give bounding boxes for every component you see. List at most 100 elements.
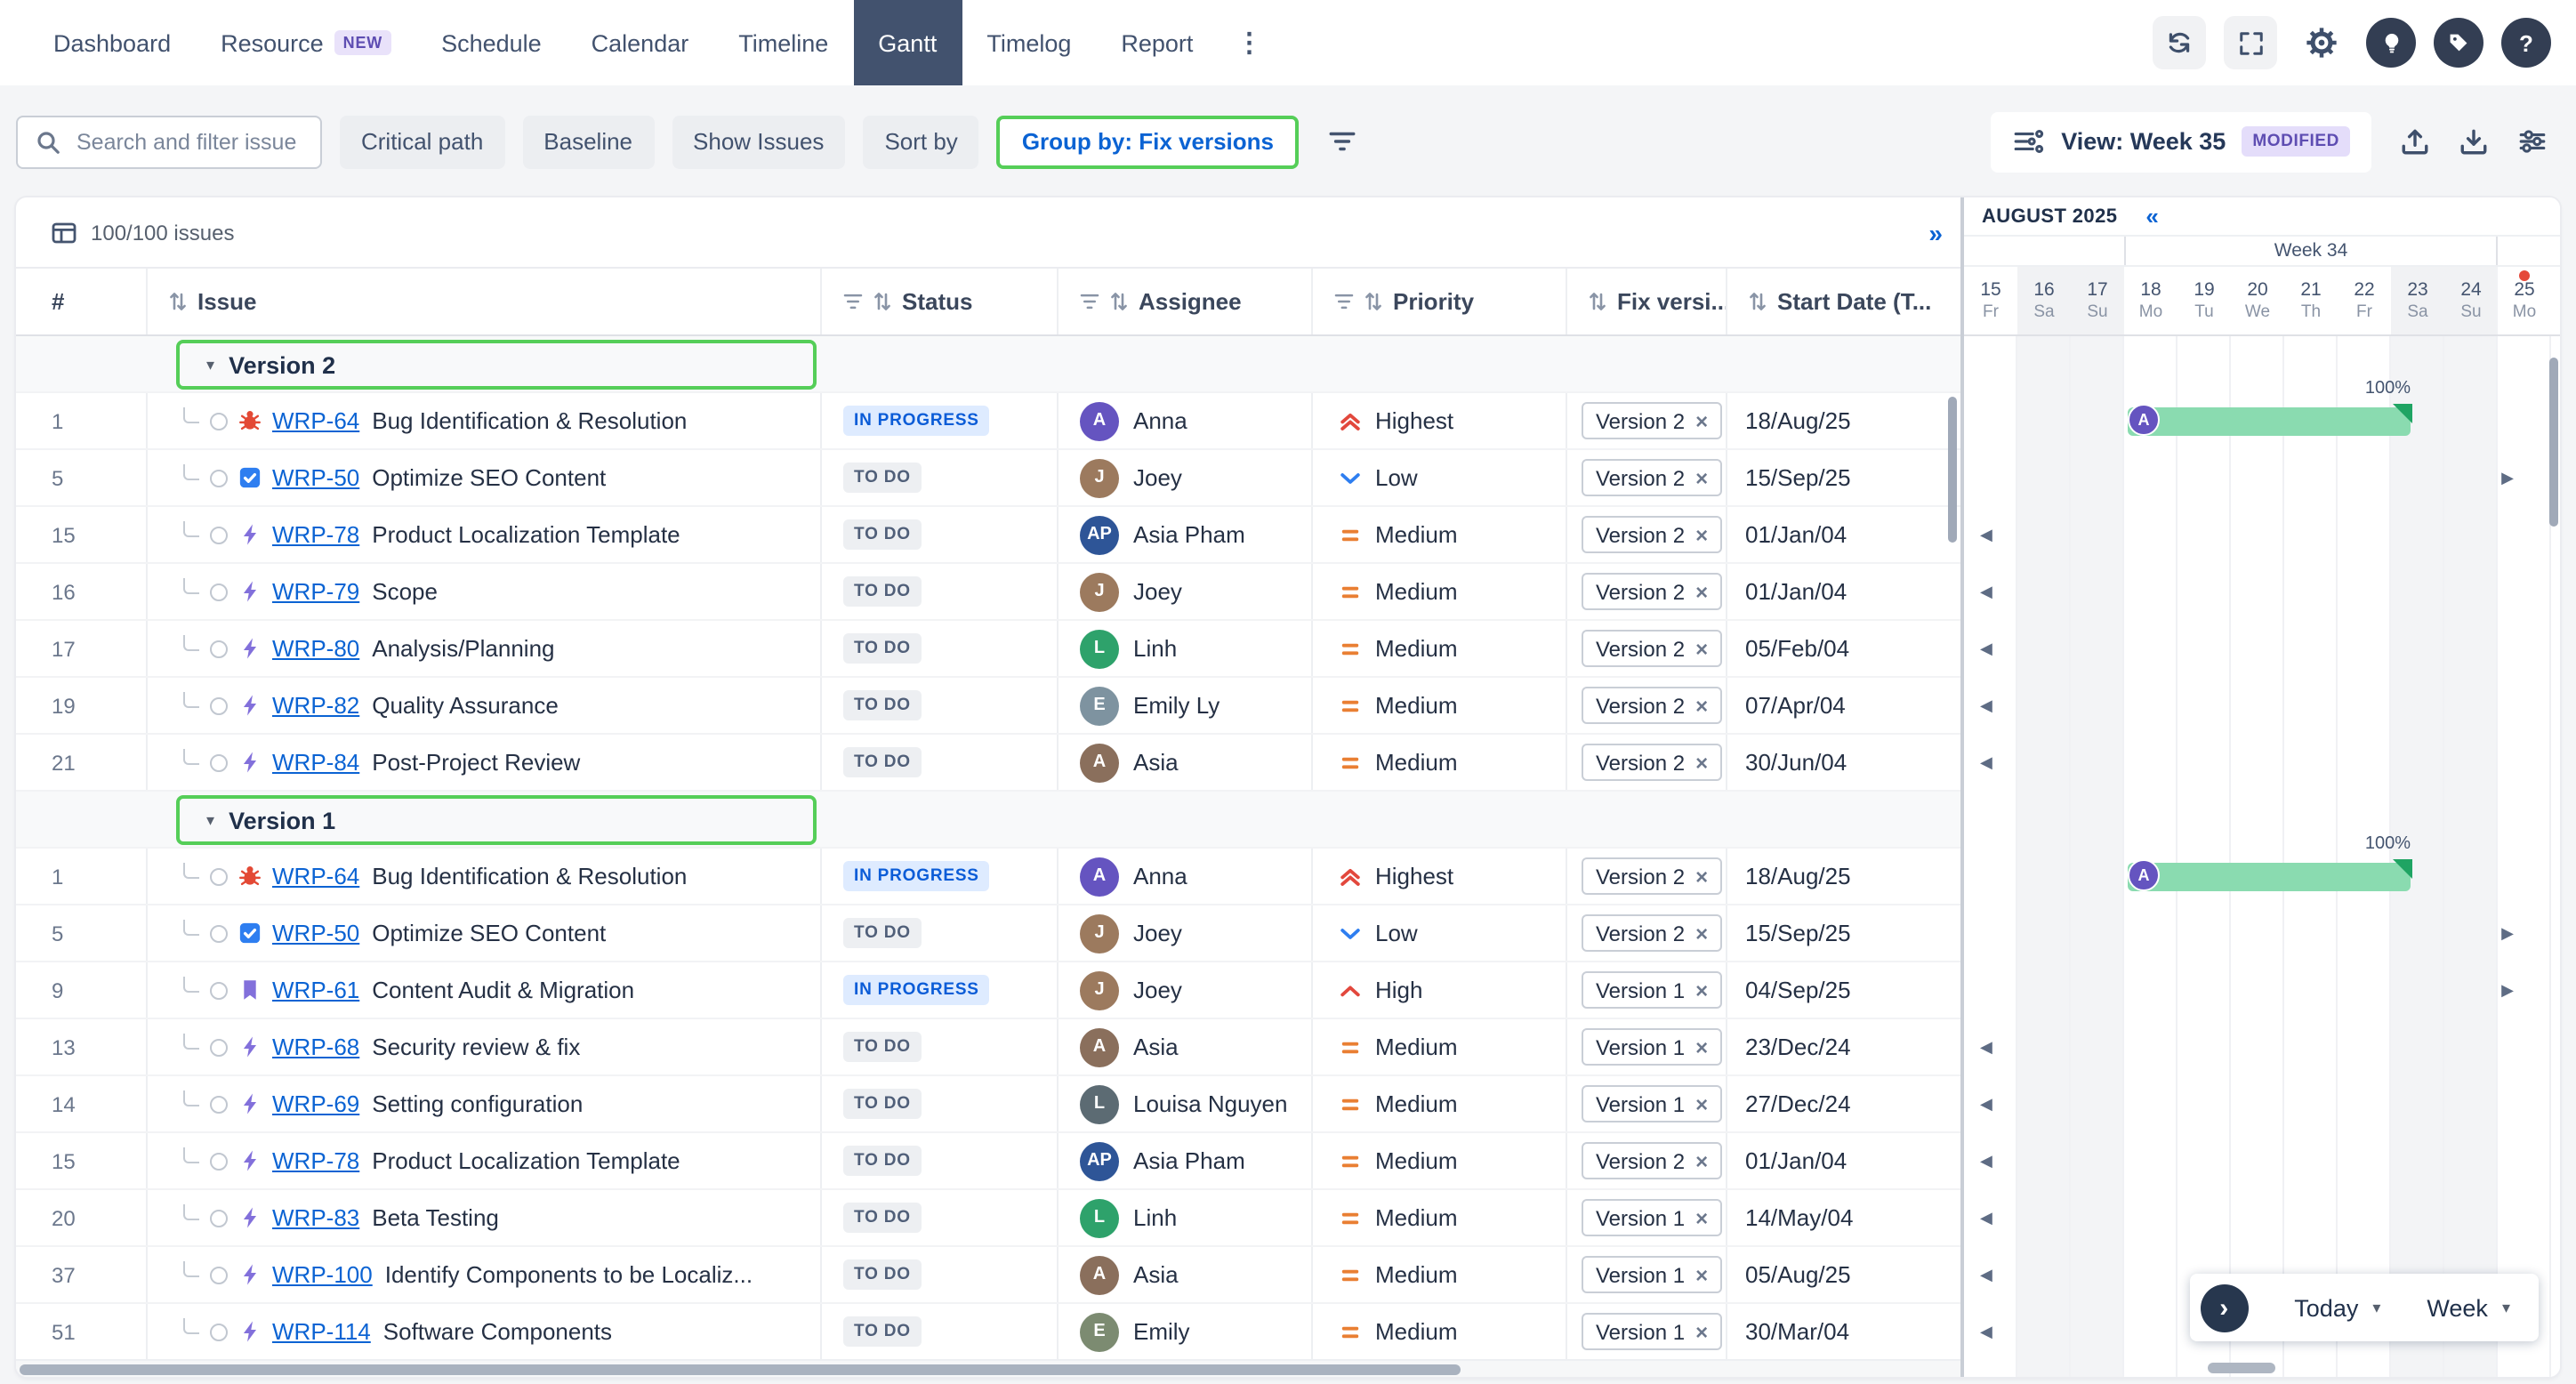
assignee-cell[interactable]: A Anna — [1059, 849, 1313, 904]
scroll-to-bar-left-arrow[interactable]: ◀ — [1980, 1323, 1992, 1342]
issue-cell[interactable]: WRP-83 Beta Testing — [148, 1190, 822, 1245]
status-badge[interactable]: TO DO — [843, 576, 922, 607]
issue-key-link[interactable]: WRP-50 — [272, 464, 359, 491]
table-row[interactable]: 51 WRP-114 Software Components TO DO E E… — [16, 1304, 1960, 1361]
scroll-to-bar-left-arrow[interactable]: ◀ — [1980, 640, 1992, 659]
start-date[interactable]: 04/Sep/25 — [1727, 962, 1960, 1018]
fix-version-cell[interactable]: Version 2 × — [1567, 393, 1727, 448]
group-row[interactable]: ▾Version 2 — [16, 336, 1960, 393]
sort-icon[interactable] — [1589, 292, 1606, 311]
start-date[interactable]: 18/Aug/25 — [1727, 393, 1960, 448]
tab-dashboard[interactable]: Dashboard — [28, 0, 196, 85]
fix-version-chip[interactable]: Version 1 × — [1582, 1199, 1722, 1236]
status-badge[interactable]: TO DO — [843, 690, 922, 720]
status-cell[interactable]: TO DO — [822, 621, 1059, 676]
status-circle-icon[interactable] — [210, 1266, 228, 1283]
fix-version-cell[interactable]: Version 2 × — [1567, 621, 1727, 676]
today-button[interactable]: Today ▾ — [2294, 1294, 2380, 1321]
status-badge[interactable]: TO DO — [843, 747, 922, 777]
issue-summary[interactable]: Security review & fix — [372, 1034, 580, 1060]
issue-summary[interactable]: Bug Identification & Resolution — [372, 407, 687, 434]
status-badge[interactable]: TO DO — [843, 1203, 922, 1233]
issue-cell[interactable]: WRP-50 Optimize SEO Content — [148, 450, 822, 505]
issue-summary[interactable]: Software Components — [383, 1318, 612, 1345]
priority-cell[interactable]: Medium — [1313, 621, 1567, 676]
assignee-cell[interactable]: E Emily — [1059, 1304, 1313, 1359]
download-icon[interactable] — [2459, 126, 2489, 157]
table-row[interactable]: 1 WRP-64 Bug Identification & Resolution… — [16, 393, 1960, 450]
table-row[interactable]: 16 WRP-79 Scope TO DO J Joey Medium Vers… — [16, 564, 1960, 621]
priority-cell[interactable]: Low — [1313, 450, 1567, 505]
remove-icon[interactable]: × — [1695, 410, 1708, 431]
issue-cell[interactable]: WRP-79 Scope — [148, 564, 822, 619]
collapse-panel-left-icon[interactable]: « — [2145, 203, 2158, 229]
scroll-to-bar-left-arrow[interactable]: ◀ — [1980, 1209, 1992, 1228]
fix-version-chip[interactable]: Version 2 × — [1582, 402, 1722, 439]
status-circle-icon[interactable] — [210, 640, 228, 657]
status-cell[interactable]: TO DO — [822, 678, 1059, 733]
fix-version-cell[interactable]: Version 1 × — [1567, 1076, 1727, 1131]
fix-version-chip[interactable]: Version 2 × — [1582, 857, 1722, 895]
assignee-cell[interactable]: A Asia — [1059, 1019, 1313, 1074]
issue-summary[interactable]: Analysis/Planning — [372, 635, 554, 662]
start-date[interactable]: 01/Jan/04 — [1727, 507, 1960, 562]
assignee-cell[interactable]: L Linh — [1059, 621, 1313, 676]
gear-icon[interactable] — [2295, 16, 2348, 69]
column-header-fix-versi[interactable]: Fix versi... — [1567, 269, 1727, 334]
issue-summary[interactable]: Setting configuration — [372, 1090, 583, 1117]
status-badge[interactable]: TO DO — [843, 1316, 922, 1347]
status-cell[interactable]: TO DO — [822, 450, 1059, 505]
tab-timeline[interactable]: Timeline — [713, 0, 853, 85]
more-menu-icon[interactable]: ⋮ — [1218, 27, 1280, 59]
gantt-vertical-scrollbar[interactable] — [2549, 358, 2558, 527]
jump-forward-icon[interactable]: › — [2200, 1283, 2248, 1332]
remove-icon[interactable]: × — [1695, 1321, 1708, 1342]
fix-version-chip[interactable]: Version 2 × — [1582, 630, 1722, 667]
issue-key-link[interactable]: WRP-79 — [272, 578, 359, 605]
table-row[interactable]: 9 WRP-61 Content Audit & Migration IN PR… — [16, 962, 1960, 1019]
table-horizontal-scrollbar-thumb[interactable] — [20, 1364, 1461, 1375]
issue-cell[interactable]: WRP-114 Software Components — [148, 1304, 822, 1359]
fix-version-cell[interactable]: Version 2 × — [1567, 1133, 1727, 1188]
table-row[interactable]: 1 WRP-64 Bug Identification & Resolution… — [16, 849, 1960, 905]
assignee-cell[interactable]: A Asia — [1059, 735, 1313, 790]
remove-icon[interactable]: × — [1695, 467, 1708, 488]
start-date[interactable]: 07/Apr/04 — [1727, 678, 1960, 733]
status-cell[interactable]: TO DO — [822, 1304, 1059, 1359]
remove-icon[interactable]: × — [1695, 695, 1708, 716]
status-circle-icon[interactable] — [210, 753, 228, 771]
column-header-priority[interactable]: Priority — [1313, 269, 1567, 334]
table-row[interactable]: 19 WRP-82 Quality Assurance TO DO E Emil… — [16, 678, 1960, 735]
status-cell[interactable]: TO DO — [822, 1076, 1059, 1131]
issue-key-link[interactable]: WRP-50 — [272, 920, 359, 946]
help-icon[interactable]: ? — [2501, 18, 2551, 68]
remove-icon[interactable]: × — [1695, 979, 1708, 1001]
status-cell[interactable]: TO DO — [822, 1133, 1059, 1188]
column-header-[interactable]: # — [16, 269, 148, 334]
status-cell[interactable]: TO DO — [822, 905, 1059, 961]
status-circle-icon[interactable] — [210, 924, 228, 942]
table-row[interactable]: 5 WRP-50 Optimize SEO Content TO DO J Jo… — [16, 450, 1960, 507]
assignee-cell[interactable]: AP Asia Pham — [1059, 1133, 1313, 1188]
remove-icon[interactable]: × — [1695, 638, 1708, 659]
fix-version-chip[interactable]: Version 2 × — [1582, 1142, 1722, 1179]
fix-version-cell[interactable]: Version 1 × — [1567, 1019, 1727, 1074]
baseline-button[interactable]: Baseline — [522, 115, 654, 168]
issue-cell[interactable]: WRP-68 Security review & fix — [148, 1019, 822, 1074]
issue-summary[interactable]: Beta Testing — [372, 1204, 499, 1231]
status-circle-icon[interactable] — [210, 412, 228, 430]
status-badge[interactable]: TO DO — [843, 519, 922, 550]
status-circle-icon[interactable] — [210, 1209, 228, 1227]
fix-version-cell[interactable]: Version 2 × — [1567, 905, 1727, 961]
status-cell[interactable]: TO DO — [822, 1190, 1059, 1245]
scroll-to-bar-left-arrow[interactable]: ◀ — [1980, 696, 1992, 716]
status-cell[interactable]: IN PROGRESS — [822, 393, 1059, 448]
fix-version-chip[interactable]: Version 2 × — [1582, 744, 1722, 781]
status-cell[interactable]: TO DO — [822, 1247, 1059, 1302]
issue-summary[interactable]: Product Localization Template — [372, 521, 680, 548]
issue-cell[interactable]: WRP-64 Bug Identification & Resolution — [148, 393, 822, 448]
sync-icon[interactable] — [2153, 16, 2206, 69]
issue-key-link[interactable]: WRP-78 — [272, 521, 359, 548]
priority-cell[interactable]: Medium — [1313, 735, 1567, 790]
priority-cell[interactable]: Highest — [1313, 393, 1567, 448]
